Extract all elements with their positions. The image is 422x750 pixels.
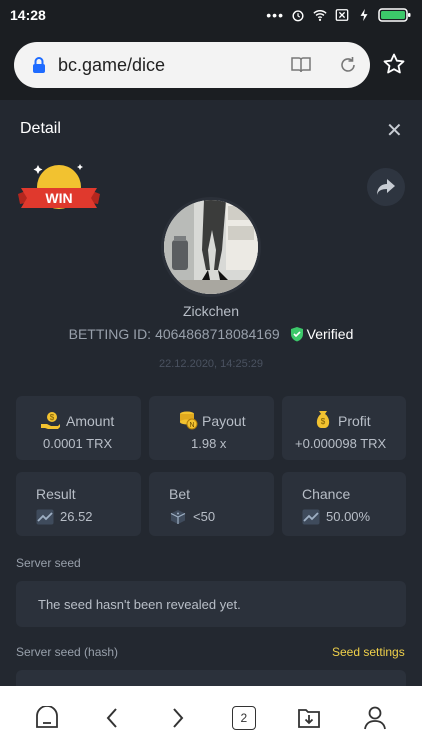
address-bar[interactable]: bc.game/dice [14, 42, 370, 88]
verified-label: Verified [306, 326, 354, 342]
forward-button[interactable] [160, 700, 196, 736]
payout-card: N Payout 1.98 x [149, 396, 274, 460]
server-seed-hash-box [16, 670, 406, 686]
browser-bottom-nav: 2 [0, 686, 422, 750]
status-time: 14:28 [10, 7, 46, 23]
status-icons: ••• [266, 7, 412, 23]
avatar [161, 197, 261, 297]
alarm-icon [292, 10, 304, 22]
user-icon [364, 706, 386, 730]
status-bar: 14:28 ••• [0, 0, 422, 30]
tabs-count: 2 [240, 711, 248, 725]
close-icon[interactable]: ✕ [386, 118, 403, 143]
svg-text:$: $ [321, 417, 326, 426]
bet-label: Bet [169, 486, 191, 502]
money-bag-icon: $ [316, 411, 330, 428]
bet-detail-panel: Detail ✕ WIN Zickchen BETTING ID: 406486… [0, 100, 422, 686]
share-button[interactable] [367, 168, 405, 206]
battery-icon [378, 8, 411, 22]
bet-card: Bet <50 [149, 472, 274, 536]
result-label: Result [36, 486, 76, 502]
coin-stack-icon: N [180, 411, 198, 430]
seed-settings-link[interactable]: Seed settings [332, 645, 405, 659]
reload-icon[interactable] [338, 55, 358, 75]
betting-id-value: 4064868718084169 [155, 326, 280, 342]
server-seed-hash-label: Server seed (hash) [16, 645, 119, 659]
result-card: Result 26.52 [16, 472, 141, 536]
amount-card: $ Amount 0.0001 TRX [16, 396, 141, 460]
betting-id-label: BETTING ID: [68, 326, 152, 342]
amount-label: Amount [66, 413, 115, 429]
win-badge-label: WIN [45, 190, 72, 206]
more-dots-icon: ••• [266, 7, 284, 23]
downloads-button[interactable] [291, 700, 327, 736]
server-seed-label: Server seed [16, 556, 81, 570]
betting-id-row: BETTING ID: 4064868718084169 Verified [0, 326, 422, 342]
result-value: 26.52 [60, 509, 93, 524]
bet-datetime: 22.12.2020, 14:25:29 [159, 358, 263, 370]
dice-icon [170, 510, 186, 524]
chance-label: Chance [302, 486, 351, 502]
result-chart-icon [36, 509, 54, 525]
back-button[interactable] [94, 700, 130, 736]
tabs-button[interactable]: 2 [226, 700, 262, 736]
share-arrow-icon [377, 179, 395, 195]
wifi-icon [313, 10, 327, 21]
profit-card: $ Profit +0.000098 TRX [282, 396, 406, 460]
money-hand-icon: $ [41, 412, 60, 429]
chance-value: 50.00% [326, 509, 371, 524]
verified-shield-icon [290, 327, 303, 342]
svg-text:$: $ [50, 413, 55, 422]
home-button[interactable] [29, 700, 65, 736]
profit-label: Profit [338, 413, 371, 429]
amount-value: 0.0001 TRX [43, 436, 113, 451]
profile-button[interactable] [357, 700, 393, 736]
chevron-left-icon [107, 708, 118, 728]
reader-mode-icon[interactable] [290, 55, 312, 75]
bet-value: <50 [193, 509, 216, 524]
download-icon [298, 709, 321, 728]
username: Zickchen [182, 303, 240, 319]
panel-title: Detail [20, 120, 61, 137]
chevron-right-icon [173, 708, 184, 728]
payout-value: 1.98 x [191, 436, 227, 451]
svg-text:N: N [189, 422, 194, 429]
win-badge: WIN [18, 162, 100, 223]
bookmark-star-icon[interactable] [382, 52, 406, 76]
tabs-count-icon: 2 [231, 706, 256, 730]
profit-value: +0.000098 TRX [295, 436, 387, 451]
server-seed-box: The seed hasn't been revealed yet. [16, 581, 406, 627]
home-icon [35, 706, 58, 728]
payout-label: Payout [202, 413, 246, 429]
chance-card: Chance 50.00% [282, 472, 406, 536]
charging-icon [360, 8, 368, 22]
sim-x-icon [335, 9, 349, 21]
browser-toolbar: bc.game/dice [0, 30, 422, 100]
server-seed-text: The seed hasn't been revealed yet. [38, 597, 241, 612]
url-text[interactable]: bc.game/dice [58, 55, 165, 76]
lock-icon [33, 57, 45, 73]
chance-chart-icon [302, 509, 320, 525]
